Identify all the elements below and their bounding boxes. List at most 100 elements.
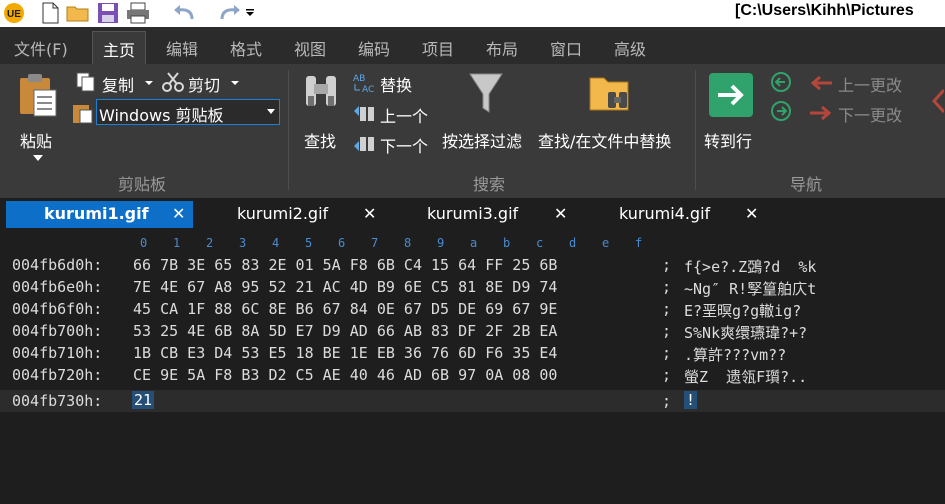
copy-button[interactable]: 复制 [76,70,156,95]
new-file-icon[interactable] [38,1,62,25]
tab-edit[interactable]: 编辑 [166,36,198,60]
hex-row[interactable]: 004fb710h: 1B CB E3 D4 53 E5 18 BE 1E EB… [0,342,945,364]
tab-home[interactable]: 主页 [92,31,147,64]
ruler-digit: 5 [305,236,313,250]
hex-ascii: .算許???vm?? [684,346,787,364]
hex-editor[interactable]: 0 1 2 3 4 5 6 7 8 9 a b c d e f 004fb6d0… [0,228,945,504]
hex-bytes: 66 7B 3E 65 83 2E 01 5A F8 6B C4 15 64 F… [133,256,558,274]
hex-address: 004fb6d0h: [12,256,103,274]
hex-bytes: 7E 4E 67 A8 95 52 21 AC 4D B9 6E C5 81 8… [133,278,558,296]
ruler-digit: 3 [239,236,247,250]
group-divider [695,70,696,190]
bookmark-arrow-icon[interactable] [930,86,944,116]
chevron-down-icon [145,81,153,85]
replace-button[interactable]: AB AC 替换 [352,70,432,96]
ruler-digit: 6 [338,236,346,250]
ruler-digit: 2 [206,236,214,250]
tab-advanced[interactable]: 高级 [614,36,646,60]
clipboard-select-value: Windows 剪贴板 [99,106,224,125]
hex-row[interactable]: 004fb700h: 53 25 4E 6B 8A 5D E7 D9 AD 66… [0,320,945,342]
find-next-button[interactable]: 下一个 [352,130,442,156]
arrow-right-icon [810,105,832,121]
chevron-down-icon [267,109,275,114]
chevron-down-icon [231,81,239,85]
find-next-label: 下一个 [380,137,429,156]
tab-window[interactable]: 窗口 [550,36,582,60]
replace-ab-icon: ABAC [353,74,374,94]
find-next-icon [354,137,374,151]
hex-row-current[interactable]: 004fb730h: 21 ; ! [0,390,945,412]
next-change-label: 下一更改 [838,106,903,125]
tab-layout[interactable]: 布局 [486,36,518,60]
hex-separator: ; [662,366,672,384]
hex-bytes: 1B CB E3 D4 53 E5 18 BE 1E EB 36 76 6D F… [133,344,558,362]
find-prev-button[interactable]: 上一个 [352,100,442,126]
hex-row[interactable]: 004fb6d0h: 66 7B 3E 65 83 2E 01 5A F8 6B… [0,254,945,276]
hex-separator: ; [662,278,672,296]
find-previous-icon [354,106,374,121]
close-icon[interactable]: ✕ [554,204,567,223]
copy-icon [76,72,95,92]
tab-encoding[interactable]: 编码 [358,36,390,60]
filter-button[interactable]: 按选择过滤 [440,70,534,151]
hex-address: 004fb710h: [12,344,103,362]
file-tab-label: kurumi2.gif [237,204,329,223]
next-change-button[interactable]: 下一更改 [808,100,918,126]
clipboard-select-icon [73,105,93,124]
scissors-icon [162,72,184,92]
title-bar: UE [C:\Users\Kihh\Pictures [0,0,945,27]
file-tab-label: kurumi1.gif [44,204,149,223]
folder-search-icon [589,77,629,111]
nav-forward-icon[interactable] [770,100,792,122]
goto-line-label: 转到行 [704,132,753,151]
close-icon[interactable]: ✕ [745,204,758,223]
nav-back-icon[interactable] [770,71,792,93]
ruler-digit: b [503,236,511,250]
tab-view[interactable]: 视图 [294,36,326,60]
tab-file[interactable]: 文件(F) [14,36,68,60]
find-prev-label: 上一个 [380,107,429,126]
file-tab[interactable]: kurumi3.gif ✕ [385,201,575,228]
file-tab-active[interactable]: kurumi1.gif ✕ [6,201,193,228]
hex-bytes: 45 CA 1F 88 6C 8E B6 67 84 0E 67 D5 DE 6… [133,300,558,318]
window-title: [C:\Users\Kihh\Pictures [735,2,914,19]
find-in-files-button[interactable]: 查找/在文件中替换 [536,70,690,151]
hex-selected-byte[interactable]: 21 [132,391,155,409]
svg-text:UE: UE [7,9,21,20]
file-tab[interactable]: kurumi4.gif ✕ [577,201,767,228]
print-icon[interactable] [126,1,150,25]
open-folder-icon[interactable] [66,1,90,25]
hex-row[interactable]: 004fb6f0h: 45 CA 1F 88 6C 8E B6 67 84 0E… [0,298,945,320]
tab-project[interactable]: 项目 [422,36,454,60]
hex-address: 004fb700h: [12,322,103,340]
prev-change-button[interactable]: 上一更改 [808,70,918,96]
ruler-digit: e [602,236,610,250]
binoculars-icon [306,76,336,106]
prev-change-label: 上一更改 [838,76,903,95]
ruler-digit: d [569,236,577,250]
ruler-digit: 7 [371,236,379,250]
file-tab[interactable]: kurumi2.gif ✕ [195,201,383,228]
hex-ascii: S%Nk爽缳瓙瑋?+? [684,324,808,342]
save-icon[interactable] [96,1,120,25]
hex-ascii: ~Ng″ R!孯篁舶庂t [684,280,817,298]
cut-button[interactable]: 剪切 [162,70,242,95]
hex-ascii: f{>e?.Z鵶?d %k [684,258,817,276]
redo-icon[interactable] [218,1,242,25]
clipboard-select[interactable]: Windows 剪贴板 [96,99,280,125]
dropdown-icon[interactable] [244,1,256,25]
find-button[interactable]: 查找 [300,70,346,151]
ruler-digit: 4 [272,236,280,250]
clipboard-group-label: 剪贴板 [118,175,167,194]
close-icon[interactable]: ✕ [363,204,376,223]
copy-label: 复制 [102,76,135,95]
paste-button[interactable]: 粘贴 [16,70,62,166]
tab-format[interactable]: 格式 [230,36,262,60]
undo-icon[interactable] [172,1,196,25]
hex-bytes: CE 9E 5A F8 B3 D2 C5 AE 40 46 AD 6B 97 0… [133,366,558,384]
hex-row[interactable]: 004fb720h: CE 9E 5A F8 B3 D2 C5 AE 40 46… [0,364,945,386]
close-icon[interactable]: ✕ [172,204,185,223]
goto-line-button[interactable]: 转到行 [702,70,762,151]
hex-row[interactable]: 004fb6e0h: 7E 4E 67 A8 95 52 21 AC 4D B9… [0,276,945,298]
hex-selected-ascii[interactable]: ! [684,391,698,409]
